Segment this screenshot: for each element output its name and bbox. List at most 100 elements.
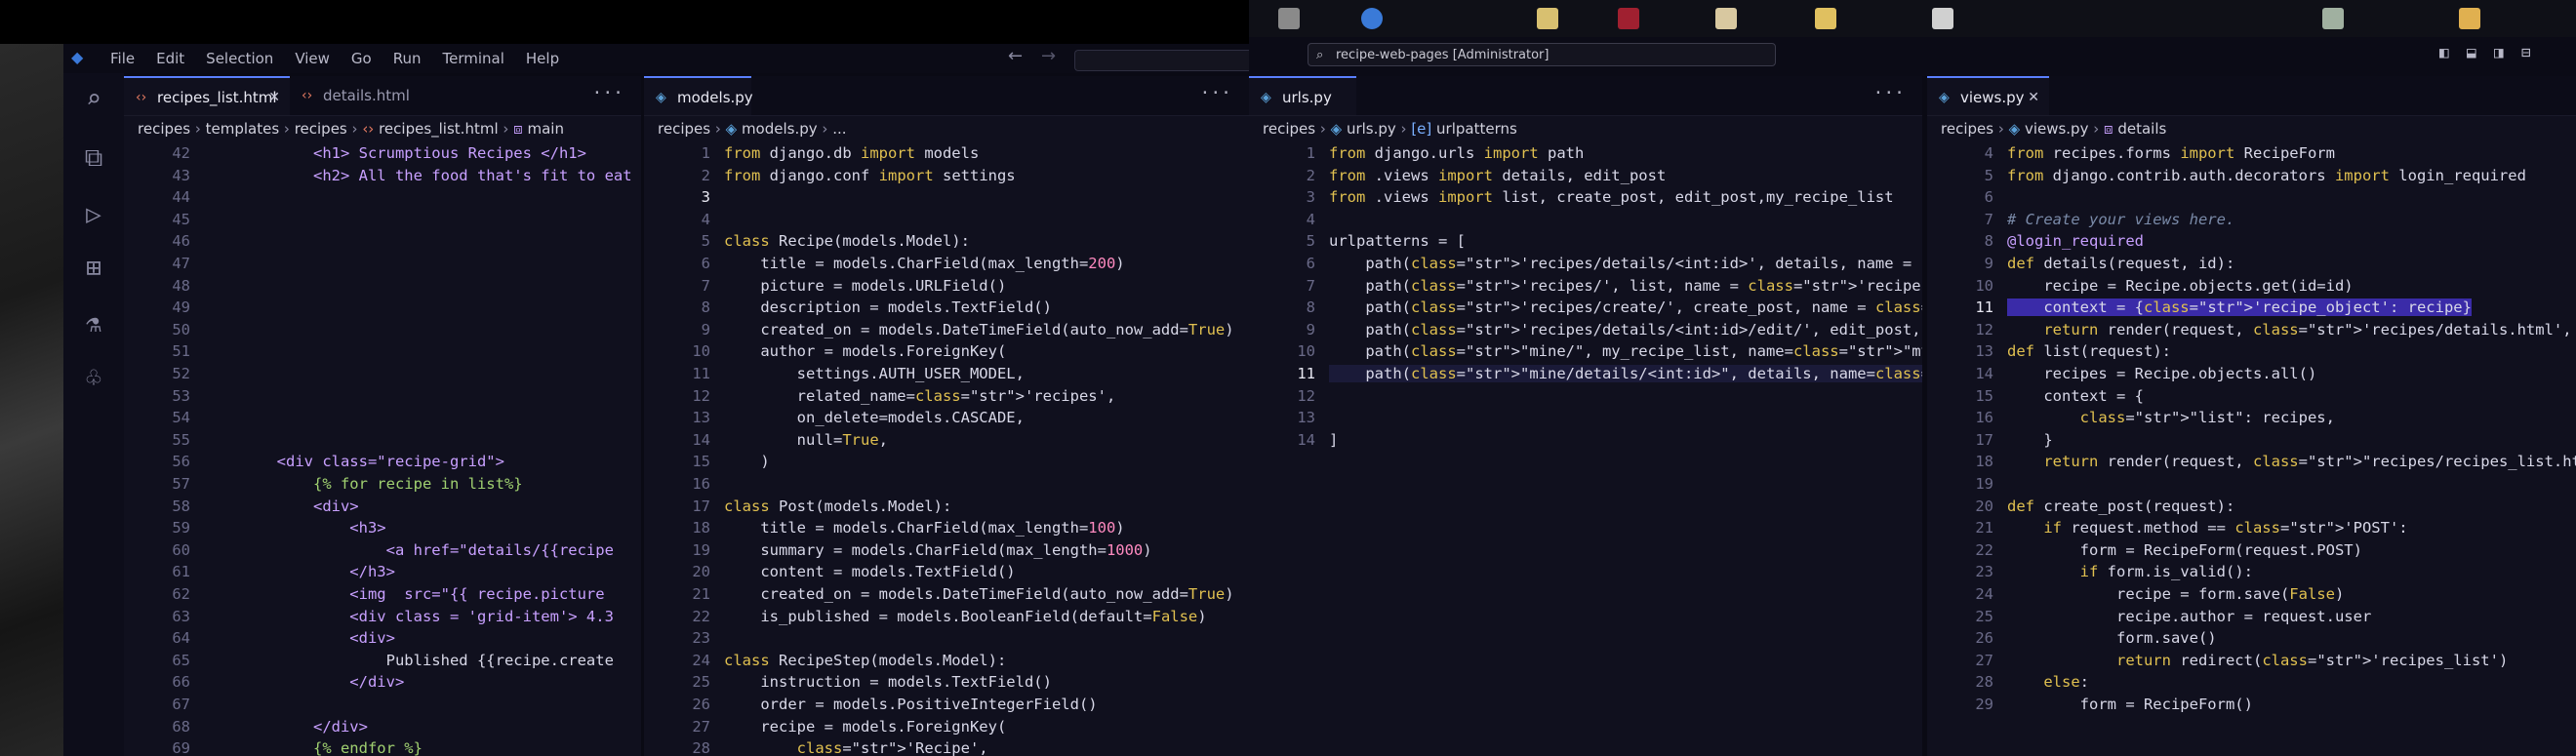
code-line[interactable]: recipe = form.save(False) [2007,585,2344,603]
more-actions-icon[interactable]: ··· [1199,76,1231,111]
code-line[interactable]: settings.AUTH_USER_MODEL, [724,365,1025,382]
breadcrumb-item[interactable]: views.py [2025,120,2089,138]
tab-recipes-list-html[interactable]: ‹› recipes_list.html ✕ [124,76,290,115]
more-actions-icon[interactable]: ··· [1872,76,1905,111]
code-line[interactable]: picture = models.URLField() [724,277,1006,295]
breadcrumb-item[interactable]: main [528,120,564,138]
code-line[interactable]: recipe = Recipe.objects.get(id=id) [2007,277,2353,295]
code-line[interactable]: path(class="str">'recipes/details/<int:i… [1329,321,1922,338]
menu-item[interactable]: Selection [206,46,273,71]
code-line[interactable]: context = {class="str">'recipe_object': … [2007,298,2472,317]
forward-arrow-icon[interactable]: → [1041,46,1056,66]
close-icon[interactable]: ✕ [268,78,280,117]
remote-tree-icon[interactable]: ♧ [79,364,108,393]
code-line[interactable]: title = models.CharField(max_length=100) [724,519,1124,537]
code-line[interactable]: if form.is_valid(): [2007,563,2253,580]
code-line[interactable]: recipes = Recipe.objects.all() [2007,365,2316,382]
code-line[interactable]: author = models.ForeignKey( [724,342,1006,360]
code-line[interactable]: <div class="recipe-grid"> [204,453,504,470]
code-line[interactable]: class RecipeStep(models.Model): [724,652,1006,669]
app-icon[interactable] [2322,8,2344,29]
breadcrumb-item[interactable]: templates [206,120,280,138]
code-line[interactable]: related_name=class="str">'recipes', [724,387,1116,405]
code-line[interactable]: form = RecipeForm() [2007,696,2253,713]
code-line[interactable]: class Recipe(models.Model): [724,232,970,250]
code-line[interactable]: </div> [204,718,368,736]
code-line[interactable]: <img src="{{ recipe.picture [204,585,604,603]
breadcrumb-item[interactable]: urls.py [1347,120,1396,138]
menu-item[interactable]: Go [351,46,372,71]
more-actions-icon[interactable]: ··· [591,76,624,111]
code-line[interactable]: from django.urls import path [1329,144,1584,162]
code-line[interactable]: else: [2007,673,2089,691]
code-line[interactable]: {% endfor %} [204,739,423,756]
code-line[interactable]: on_delete=models.CASCADE, [724,409,1025,426]
folder-icon[interactable] [1815,8,1836,29]
shortcut-icon[interactable] [1932,8,1953,29]
code-line[interactable]: from django.conf import settings [724,167,1016,184]
code-line[interactable]: def details(request, id): [2007,255,2234,272]
code-line[interactable]: # Create your views here. [2007,211,2234,228]
code-line[interactable]: return redirect(class="str">'recipes_lis… [2007,652,2508,669]
tab-urls-py[interactable]: ◈ urls.py [1249,76,1356,115]
code-line[interactable]: context = { [2007,387,2144,405]
menu-item[interactable]: File [110,46,135,71]
code-line[interactable]: {% for recipe in list%} [204,475,523,493]
code-line[interactable]: urlpatterns = [ [1329,232,1466,250]
recycle-bin-icon[interactable] [1278,8,1300,29]
code-line[interactable]: <a href="details/{{recipe [204,541,614,559]
menu-item[interactable]: Help [526,46,559,71]
code-line[interactable]: form.save() [2007,629,2217,647]
testing-flask-icon[interactable]: ⚗ [79,309,108,338]
code-line[interactable]: ) [724,453,769,470]
code-editor[interactable]: 1 from django.db import models 2 from djang… [644,142,1249,756]
menu-item[interactable]: Terminal [443,46,504,71]
code-line[interactable]: content = models.TextField() [724,563,1015,580]
menu-item[interactable]: Edit [156,46,184,71]
code-line[interactable]: </h3> [204,563,395,580]
code-line[interactable]: Published {{recipe.create [204,652,614,669]
breadcrumb-item[interactable]: recipes [295,120,347,138]
code-line[interactable]: title = models.CharField(max_length=200) [724,255,1124,272]
breadcrumb-item[interactable]: urlpatterns [1436,120,1517,138]
code-line[interactable]: <div> [204,497,359,515]
code-line[interactable]: from django.db import models [724,144,979,162]
breadcrumb-item[interactable]: models.py [742,120,818,138]
code-line[interactable]: return render(request, class="str">'reci… [2007,321,2576,338]
search-icon[interactable]: ⌕ [79,85,108,114]
code-line[interactable]: from .views import list, create_post, ed… [1329,188,1894,206]
document-icon[interactable] [1715,8,1737,29]
code-line[interactable]: from .views import details, edit_post [1329,167,1666,184]
breadcrumb-item[interactable]: recipes_list.html [379,120,499,138]
code-line[interactable]: @login_required [2007,232,2144,250]
breadcrumb-item[interactable]: ... [832,120,846,138]
tab-details-html[interactable]: ‹› details.html [290,76,436,115]
breadcrumb-item[interactable]: recipes [138,120,190,138]
code-line[interactable]: <h3> [204,519,385,537]
code-line[interactable]: from django.contrib.auth.decorators impo… [2007,167,2526,184]
app-icon[interactable] [1618,8,1639,29]
code-editor[interactable]: 4 from recipes.forms import RecipeForm 5 fr… [1927,142,2576,756]
folder-icon[interactable] [1537,8,1558,29]
code-line[interactable]: from recipes.forms import RecipeForm [2007,144,2335,162]
code-line[interactable]: created_on = models.DateTimeField(auto_n… [724,585,1233,603]
tab-views-py[interactable]: ◈ views.py ✕ [1927,76,2049,115]
close-icon[interactable]: ✕ [2028,78,2039,117]
browser-icon[interactable] [1361,8,1383,29]
code-line[interactable]: def create_post(request): [2007,497,2234,515]
toggle-panel-icon[interactable]: ⬓ [2467,43,2476,61]
back-arrow-icon[interactable]: ← [1008,46,1023,66]
code-line[interactable]: path(class="str">'recipes/', list, name … [1329,277,1922,295]
breadcrumb-item[interactable]: recipes [1263,120,1315,138]
code-line[interactable]: <h2> All the food that's fit to eat [204,167,632,184]
explorer-icon[interactable]: ⧉ [79,143,108,173]
code-line[interactable]: is_published = models.BooleanField(defau… [724,608,1206,625]
code-line[interactable]: recipe.author = request.user [2007,608,2371,625]
code-line[interactable]: order = models.PositiveIntegerField() [724,696,1097,713]
code-line[interactable]: summary = models.CharField(max_length=10… [724,541,1151,559]
command-center[interactable] [1074,50,1250,71]
code-editor[interactable]: 42 <h1> Scrumptious Recipes </h1> 43 <h2>… [124,142,641,756]
code-line[interactable]: instruction = models.TextField() [724,673,1052,691]
code-line[interactable]: path(class="str">'recipes/details/<int:i… [1329,255,1922,272]
code-line[interactable]: <h1> Scrumptious Recipes </h1> [204,144,586,162]
